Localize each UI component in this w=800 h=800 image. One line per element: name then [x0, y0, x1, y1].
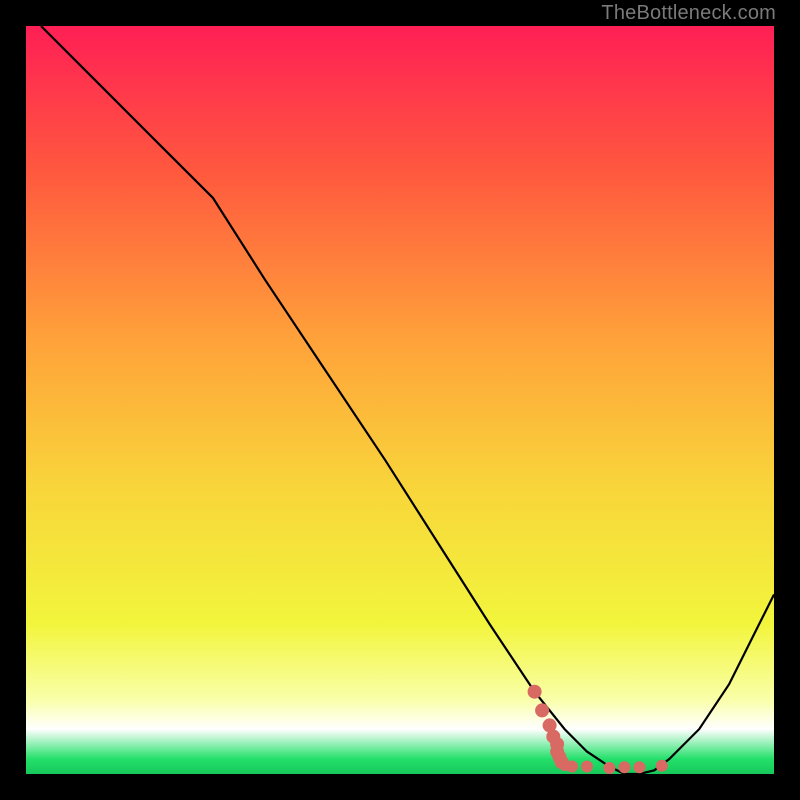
highlight-dot — [581, 761, 593, 773]
highlight-dot — [603, 762, 615, 774]
chart-container — [26, 26, 774, 774]
chart-svg — [26, 26, 774, 774]
highlight-dot — [656, 760, 668, 772]
highlight-dot — [566, 761, 578, 773]
highlight-dot — [535, 703, 549, 717]
watermark-text: TheBottleneck.com — [601, 2, 776, 25]
chart-background — [26, 26, 774, 774]
highlight-dot — [618, 761, 630, 773]
highlight-dot — [528, 685, 542, 699]
highlight-dot — [633, 761, 645, 773]
